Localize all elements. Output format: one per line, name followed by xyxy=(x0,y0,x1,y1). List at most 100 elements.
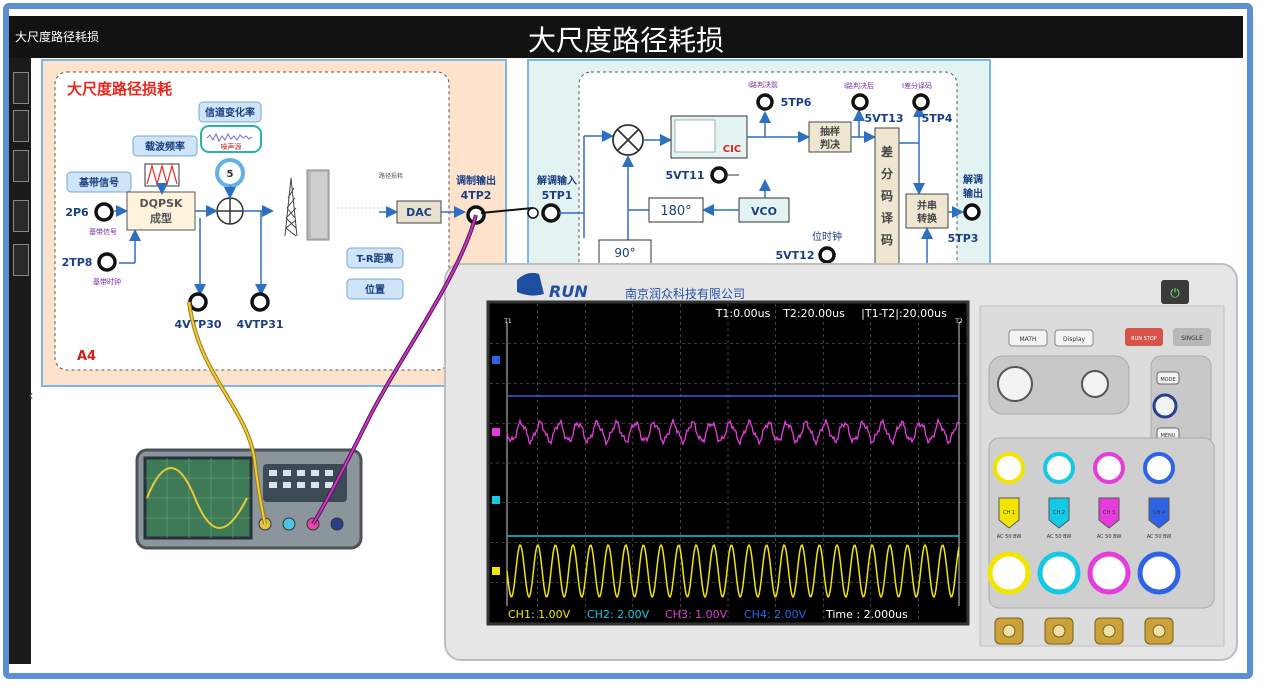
channel-position-knob[interactable] xyxy=(1143,452,1175,484)
marker-t2: T2 xyxy=(954,318,963,325)
channel-position-knob[interactable] xyxy=(1043,452,1075,484)
phase-180-text: 180° xyxy=(660,204,691,219)
coupling-text: AC 50 BW xyxy=(997,534,1022,540)
channel-select-text: CH 1 xyxy=(1003,510,1015,516)
demod-output-label-2: 输出 xyxy=(963,187,983,200)
bit-clock-label: 位时钟 xyxy=(812,230,842,243)
tp-5vt11-jack[interactable] xyxy=(710,166,728,184)
decision-text: 判决 xyxy=(820,138,841,151)
left-toolbar xyxy=(9,58,31,664)
cursor-t1-readout: T1:0.00us xyxy=(715,307,771,320)
ch2-scale: CH2: 2.00V xyxy=(587,608,650,621)
tp-5tp6-label: 5TP6 xyxy=(781,96,812,109)
tp-5vt13-label: 5VT13 xyxy=(865,112,904,125)
demod-output-label-1: 解调 xyxy=(963,173,983,186)
toolbar-button-4[interactable] xyxy=(13,200,29,232)
title-bar: 大尺度路径耗损 大尺度路径耗损 xyxy=(9,16,1243,58)
tp-5vt11-label: 5VT11 xyxy=(666,169,705,182)
tp-4vtp31-label: 4VTP31 xyxy=(236,318,283,331)
phase-90-text: 90° xyxy=(614,246,635,260)
channel-scale-knob[interactable] xyxy=(987,551,1031,595)
channel-scale-knob[interactable] xyxy=(1037,551,1081,595)
probe-connector-icon xyxy=(1052,624,1066,638)
toolbar-button-1[interactable] xyxy=(13,72,29,104)
tp-5tp4-jack[interactable] xyxy=(912,93,930,111)
baseband-signal-text: 基带信号 xyxy=(78,176,119,189)
channel-scale-knob[interactable] xyxy=(1137,551,1181,595)
circuit-diagram: 大尺度路径损耗 A4 基带信号 载波频率 信道变化率 噪声源 5 DQPSK 成… xyxy=(41,59,1238,661)
tp-2tp8-label: 2TP8 xyxy=(62,256,93,269)
tp-4tp2-label: 4TP2 xyxy=(461,189,492,202)
tp-5vt12-jack[interactable] xyxy=(818,246,836,264)
math-button-text: MATH xyxy=(1020,336,1037,343)
tp-4vtp31-jack[interactable] xyxy=(250,292,270,312)
coupling-text: AC 50 BW xyxy=(1047,534,1072,540)
ch4-scale: CH4: 2.00V xyxy=(744,608,807,621)
oscilloscope: RUN 南京润众科技有限公司 T1:0.00us T2:20.00us |T1-… xyxy=(444,263,1238,661)
probe-connector-icon xyxy=(282,517,296,531)
tp-5tp4-label: 5TP4 xyxy=(922,112,953,125)
demod-input-label: 解调输入 xyxy=(537,174,577,187)
app-frame: 大尺度路径耗损 大尺度路径耗损 ‹ 大尺度路径损耗 A4 基带信号 载波频率 信… xyxy=(0,0,1268,697)
trigger-knob[interactable] xyxy=(1152,393,1178,419)
tp-5tp1-link xyxy=(527,207,539,219)
noise-source-text: 噪声源 xyxy=(221,142,242,151)
tp-2tp8-jack[interactable] xyxy=(97,252,117,272)
brand-text: RUN xyxy=(549,282,588,301)
tp-5tp3-jack[interactable] xyxy=(963,203,981,221)
dqpsk-text: DQPSK xyxy=(140,197,183,210)
single-text: SINGLE xyxy=(1181,335,1203,342)
run-stop-text: RUN STOP xyxy=(1131,336,1157,342)
shaping-text: 成型 xyxy=(150,211,172,225)
horizontal-knob[interactable] xyxy=(997,366,1033,402)
toolbar-button-5[interactable] xyxy=(13,244,29,276)
channel-marker xyxy=(492,567,500,575)
mod-output-label: 调制输出 xyxy=(456,174,496,187)
i-diff-decode-label: I差分译码 xyxy=(902,81,932,90)
coupling-text: AC 50 BW xyxy=(1147,534,1172,540)
coupling-text: AC 50 BW xyxy=(1097,534,1122,540)
vco-text: VCO xyxy=(751,205,777,218)
ch3-scale: CH3: 1.00V xyxy=(665,608,728,621)
tp-4vtp30-label: 4VTP30 xyxy=(174,318,221,331)
power-icon: ⏻ xyxy=(1170,286,1180,300)
carrier-freq-text: 载波频率 xyxy=(145,140,185,153)
tp-5tp3-label: 5TP3 xyxy=(948,232,979,245)
collapse-arrow-icon[interactable]: ‹ xyxy=(28,388,34,404)
convert-text: 转换 xyxy=(917,212,938,225)
panel-a4-heading: 大尺度路径损耗 xyxy=(67,80,172,98)
toolbar-button-2[interactable] xyxy=(13,110,29,142)
display-button-text: Display xyxy=(1063,336,1086,343)
position-text: 位置 xyxy=(365,283,385,296)
ch1-scale: CH1: 1.00V xyxy=(508,608,571,621)
i-post-decision-label: I路判决后 xyxy=(844,81,874,90)
tp-4vtp30-jack[interactable] xyxy=(188,292,208,312)
tp-2p6-jack[interactable] xyxy=(94,202,114,222)
tp-5vt13-jack[interactable] xyxy=(851,93,869,111)
channel-rate-text: 信道变化率 xyxy=(205,106,255,119)
probe-connector-icon xyxy=(1002,624,1016,638)
channel-select-text: CH 2 xyxy=(1053,510,1065,516)
channel-position-knob[interactable] xyxy=(1093,452,1125,484)
cursor-t2-readout: T2:20.00us xyxy=(782,307,845,320)
dac-text: DAC xyxy=(406,206,432,219)
channel-select-text: CH 4 xyxy=(1153,510,1165,516)
tp-5tp1-jack[interactable] xyxy=(541,203,561,223)
toolbar-button-3[interactable] xyxy=(13,150,29,182)
i-pre-decision-label: I路判决前 xyxy=(748,80,778,89)
panel-a4-tag: A4 xyxy=(77,349,96,364)
channel-marker xyxy=(492,496,500,504)
experiment-canvas: 大尺度路径损耗 A4 基带信号 载波频率 信道变化率 噪声源 5 DQPSK 成… xyxy=(39,58,1243,664)
mode-text: MODE xyxy=(1160,377,1175,383)
page-title: 大尺度路径耗损 xyxy=(527,24,724,57)
ps-text: 并串 xyxy=(917,199,937,212)
horizontal-position-knob[interactable] xyxy=(1081,370,1109,398)
noise-level-value: 5 xyxy=(227,169,234,180)
tp-2p6-label: 2P6 xyxy=(65,206,89,219)
tr-distance-text: T-R距离 xyxy=(356,252,393,265)
timebase-readout: Time : 2.000us xyxy=(825,608,908,621)
channel-marker xyxy=(492,428,500,436)
tp-5tp6-jack[interactable] xyxy=(756,93,774,111)
channel-position-knob[interactable] xyxy=(993,452,1025,484)
channel-scale-knob[interactable] xyxy=(1087,551,1131,595)
